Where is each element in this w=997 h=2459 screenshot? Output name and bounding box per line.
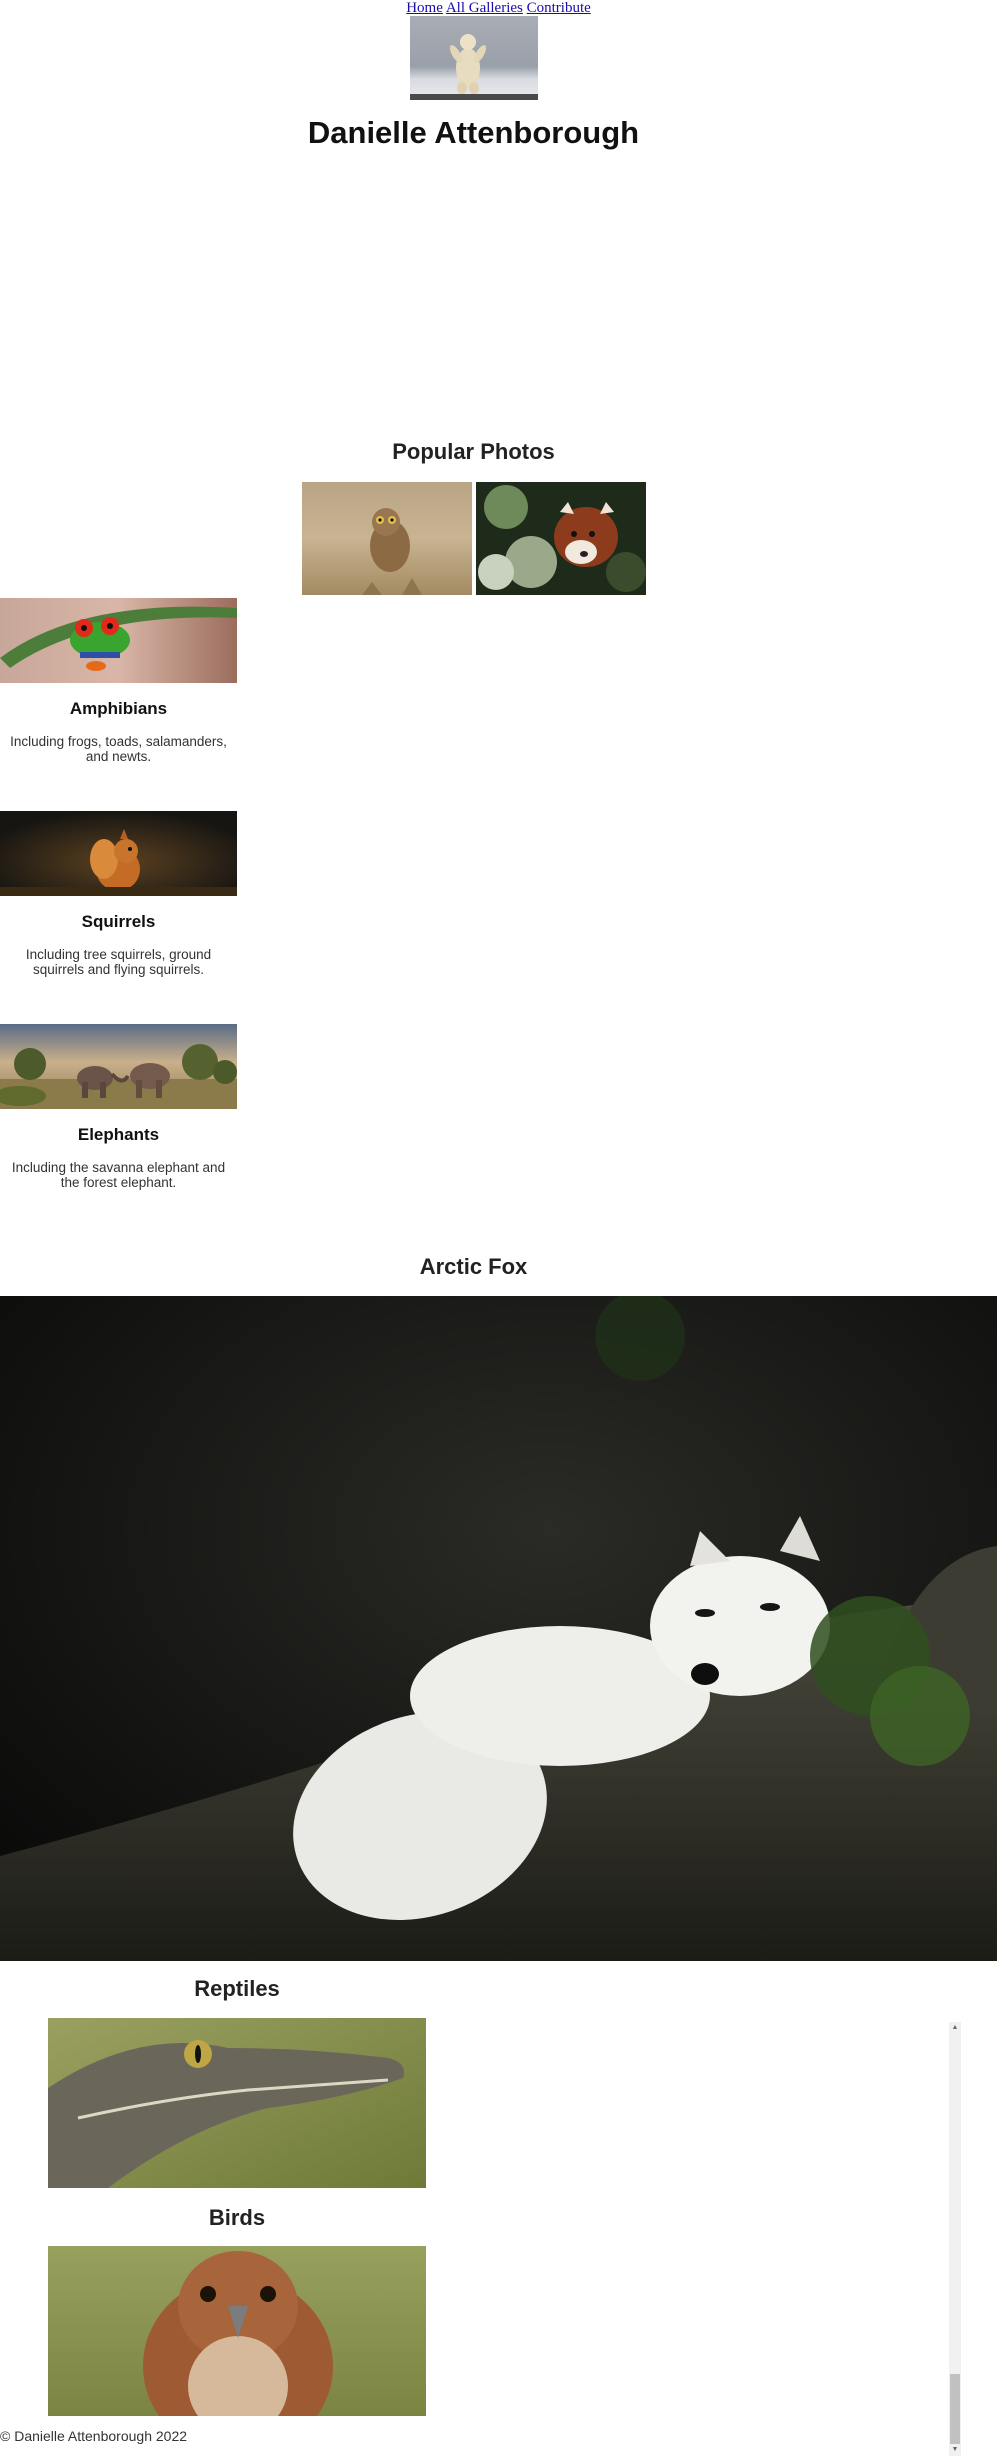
category-title-elephants: Elephants <box>77 1125 160 1144</box>
gallery-title-birds: Birds <box>208 2205 266 2230</box>
scroll-up-arrow-icon[interactable]: ▲ <box>949 2022 961 2034</box>
footer-copyright: © Danielle Attenborough 2022 <box>0 2428 188 2444</box>
top-nav: Home All Galleries Contribute <box>0 0 997 16</box>
arctic-fox-photo[interactable] <box>0 1296 997 1961</box>
category-title-amphibians: Amphibians <box>69 699 168 718</box>
scroll-down-arrow-icon[interactable]: ▼ <box>949 2444 961 2456</box>
scrollbar-thumb[interactable] <box>950 2374 960 2444</box>
nav-link-home[interactable]: Home <box>406 0 443 16</box>
burrowing-owl-photo[interactable] <box>302 482 472 595</box>
site-title: Danielle Attenborough <box>307 115 640 150</box>
scrollbar[interactable]: ▲ ▼ <box>949 2022 961 2456</box>
category-desc-amphibians: Including frogs, toads, salamanders, and… <box>10 734 227 764</box>
squirrel-photo[interactable] <box>0 811 237 896</box>
category-title-squirrels: Squirrels <box>81 912 156 931</box>
hawk-photo[interactable] <box>48 2246 426 2416</box>
gallery-title-reptiles: Reptiles <box>194 1976 280 2001</box>
tree-frog-photo[interactable] <box>0 598 237 683</box>
popular-photos-heading: Popular Photos <box>392 439 555 464</box>
nav-link-all-galleries[interactable]: All Galleries <box>446 0 523 16</box>
elephants-photo[interactable] <box>0 1024 237 1109</box>
featured-title: Arctic Fox <box>419 1254 528 1279</box>
crocodile-photo[interactable] <box>48 2018 426 2188</box>
red-panda-photo[interactable] <box>476 482 646 595</box>
nav-link-contribute[interactable]: Contribute <box>527 0 591 16</box>
category-desc-squirrels: Including tree squirrels, ground squirre… <box>25 947 212 977</box>
category-desc-elephants: Including the savanna elephant and the f… <box>11 1160 226 1190</box>
polar-bear-photo <box>410 16 538 100</box>
